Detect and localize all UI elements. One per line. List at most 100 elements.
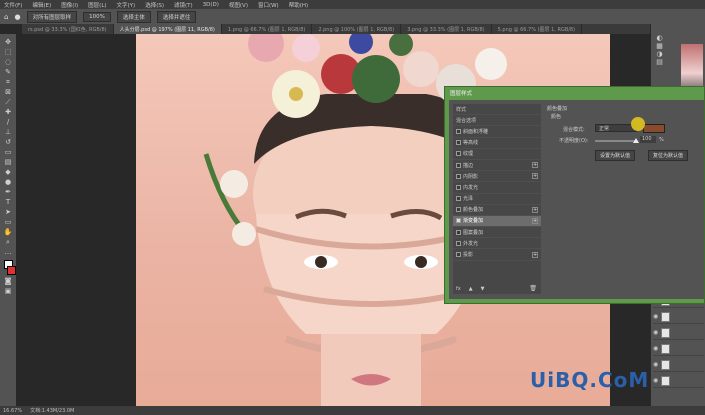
zoom-level[interactable]: 16.67% — [3, 408, 22, 414]
menu-item[interactable]: 文件(F) — [4, 1, 22, 9]
style-checkbox[interactable] — [456, 240, 461, 246]
libraries-panel-icon[interactable]: ▤ — [655, 58, 664, 66]
eye-icon[interactable]: ◉ — [653, 345, 659, 352]
style-item[interactable]: 光泽 — [453, 194, 541, 205]
eye-icon[interactable]: ◉ — [653, 329, 659, 336]
add-style-icon[interactable]: + — [532, 173, 538, 180]
style-item[interactable]: 图案叠加 — [453, 227, 541, 239]
style-item[interactable]: 内阴影 + — [453, 171, 541, 183]
style-checkbox[interactable] — [456, 252, 461, 258]
style-item[interactable]: 纹理 — [453, 149, 541, 160]
eraser-tool-icon[interactable]: ▭ — [4, 148, 13, 156]
marquee-tool-icon[interactable]: ⬚ — [4, 48, 13, 56]
menu-item[interactable]: 帮助(H) — [289, 1, 308, 9]
style-item[interactable]: 内发光 — [453, 182, 541, 194]
size-field[interactable]: 100% — [83, 11, 111, 22]
healing-tool-icon[interactable]: ✚ — [4, 108, 13, 116]
opacity-value-field[interactable]: 100 — [640, 136, 656, 143]
menu-item[interactable]: 3D(D) — [203, 2, 219, 8]
style-checkbox[interactable] — [456, 128, 461, 134]
zoom-tool-icon[interactable]: ⌕ — [4, 238, 13, 246]
style-item[interactable]: 斜面和浮雕 — [453, 126, 541, 138]
layer-row[interactable]: ◉ — [653, 310, 704, 324]
document-tab[interactable]: 2.png @ 100% (图层 1, RGB/8) — [312, 24, 402, 34]
opacity-slider-thumb[interactable] — [633, 138, 639, 143]
lasso-tool-icon[interactable]: ◌ — [4, 58, 13, 66]
type-tool-icon[interactable]: T — [4, 198, 13, 206]
style-list-header[interactable]: 样式 — [453, 104, 541, 116]
style-checkbox[interactable] — [456, 140, 461, 146]
overlay-color-swatch[interactable] — [643, 124, 665, 133]
document-tab[interactable]: 人头分层.psd @ 197% (图层 11, RGB/8) — [113, 24, 222, 34]
swatches-panel-icon[interactable]: ▦ — [655, 42, 664, 50]
reset-default-button[interactable]: 复位为默认值 — [648, 150, 689, 161]
style-checkbox[interactable] — [456, 151, 461, 157]
document-tab[interactable]: 5.png @ 66.7% (图层 1, RGB/8) — [492, 24, 583, 34]
style-item[interactable]: 颜色叠加 + — [453, 205, 541, 216]
path-select-tool-icon[interactable]: ➤ — [4, 208, 13, 216]
eye-icon[interactable]: ◉ — [653, 313, 659, 320]
menu-item[interactable]: 选择(S) — [145, 1, 164, 9]
blur-tool-icon[interactable]: ◆ — [4, 168, 13, 176]
menu-item[interactable]: 文字(Y) — [117, 1, 136, 9]
add-style-icon[interactable]: + — [532, 162, 538, 169]
brush-tool-icon[interactable]: ● — [14, 13, 20, 21]
add-style-icon[interactable]: + — [532, 251, 538, 258]
add-style-icon[interactable]: + — [532, 217, 538, 224]
history-brush-icon[interactable]: ↺ — [4, 138, 13, 146]
dodge-tool-icon[interactable]: ● — [4, 178, 13, 186]
make-default-button[interactable]: 设置为默认值 — [595, 150, 636, 161]
move-up-icon[interactable]: ▲ — [469, 286, 473, 292]
style-checkbox[interactable] — [456, 196, 461, 202]
opacity-slider[interactable] — [595, 140, 635, 142]
select-and-mask-button[interactable]: 选择并遮住 — [156, 10, 197, 23]
document-tab[interactable]: 1.png @ 66.7% (图层 1, RGB/8) — [222, 24, 313, 34]
screen-mode-icon[interactable]: ▣ — [4, 287, 13, 295]
document-tab[interactable]: 3.png @ 33.3% (图层 1, RGB/8) — [401, 24, 492, 34]
menu-item[interactable]: 视图(V) — [229, 1, 248, 9]
layer-row[interactable]: ◉ — [653, 342, 704, 356]
home-icon[interactable]: ⌂ — [4, 13, 8, 21]
crop-tool-icon[interactable]: ⌗ — [4, 78, 13, 86]
shape-tool-icon[interactable]: ▭ — [4, 218, 13, 226]
gradient-tool-icon[interactable]: ▤ — [4, 158, 13, 166]
style-item[interactable]: 描边 + — [453, 160, 541, 172]
brush-icon[interactable]: ∕ — [4, 118, 13, 126]
eyedropper-tool-icon[interactable]: ⟋ — [4, 98, 13, 106]
style-item[interactable]: 投影 + — [453, 249, 541, 261]
background-color-swatch[interactable] — [6, 266, 16, 275]
adjustments-panel-icon[interactable]: ◑ — [655, 50, 664, 58]
style-checkbox[interactable] — [456, 173, 461, 179]
style-checkbox[interactable] — [456, 218, 461, 224]
menu-item[interactable]: 编辑(E) — [32, 1, 51, 9]
trash-icon[interactable]: 🗑 — [529, 285, 537, 292]
more-tools-icon[interactable]: … — [4, 248, 13, 256]
layer-row[interactable]: ◉ — [653, 326, 704, 340]
style-checkbox[interactable] — [456, 229, 461, 235]
frame-tool-icon[interactable]: ⊠ — [4, 88, 13, 96]
stamp-tool-icon[interactable]: ⊥ — [4, 128, 13, 136]
menu-item[interactable]: 图像(I) — [61, 1, 78, 9]
style-item[interactable]: 等高线 — [453, 138, 541, 149]
dialog-title[interactable]: 图层样式 — [448, 90, 701, 99]
fx-icon[interactable]: fx — [456, 286, 461, 292]
menu-item[interactable]: 滤镜(T) — [174, 1, 193, 9]
document-tab[interactable]: rs.psd @ 33.3% (国红色, RGB/8) — [22, 24, 114, 34]
menu-item[interactable]: 图层(L) — [88, 1, 106, 9]
quick-select-tool-icon[interactable]: ✎ — [4, 68, 13, 76]
move-down-icon[interactable]: ▼ — [481, 286, 485, 292]
pen-tool-icon[interactable]: ✒ — [4, 188, 13, 196]
style-checkbox[interactable] — [456, 184, 461, 190]
layer-row[interactable]: ◉ — [653, 358, 704, 372]
eye-icon[interactable]: ◉ — [653, 377, 659, 384]
add-style-icon[interactable]: + — [532, 206, 538, 213]
select-subject-button[interactable]: 选择主体 — [116, 10, 151, 23]
layer-row[interactable]: ◉ — [653, 374, 704, 388]
style-checkbox[interactable] — [456, 162, 461, 168]
blending-options-item[interactable]: 混合选项 — [453, 115, 541, 127]
color-panel-icon[interactable]: ◐ — [655, 34, 664, 42]
sample-all-layers-checkbox[interactable]: 对所有图层取样 — [26, 10, 78, 23]
style-item[interactable]: 渐变叠加 + — [453, 215, 541, 228]
quick-mask-icon[interactable]: ◙ — [4, 277, 13, 285]
style-checkbox[interactable] — [456, 207, 461, 213]
